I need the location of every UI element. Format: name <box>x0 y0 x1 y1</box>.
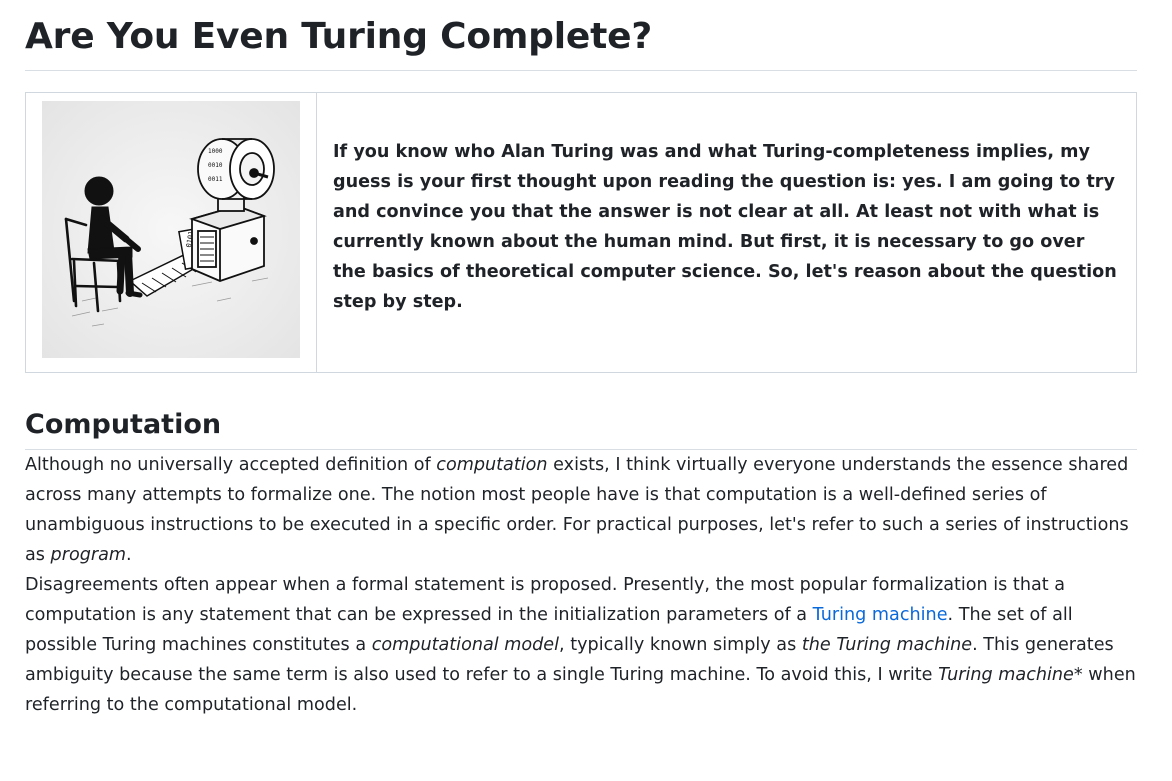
emphasis-program: program <box>50 545 127 565</box>
section-heading-computation: Computation <box>25 403 1137 450</box>
emphasis-turing-machine-star: Turing machine* <box>938 665 1083 685</box>
text-span: Although no universally accepted definit… <box>25 455 437 475</box>
text-span: , typically known simply as <box>559 635 802 655</box>
drum-mark: 0010 <box>208 162 223 169</box>
emphasis-the-turing-machine: the Turing machine <box>801 635 973 655</box>
intro-image-cell: 0101 0010 <box>26 93 317 372</box>
text-span: . <box>126 545 132 565</box>
paragraph-computation-definition: Although no universally accepted definit… <box>25 450 1137 570</box>
emphasis-computation: computation <box>436 455 548 475</box>
drum-mark: 0011 <box>208 176 223 183</box>
turing-machine-illustration: 0101 0010 <box>42 101 300 358</box>
drum-mark: 1000 <box>208 148 223 155</box>
intro-text-cell: If you know who Alan Turing was and what… <box>317 93 1136 372</box>
turing-machine-link[interactable]: Turing machine <box>813 605 948 625</box>
page-title: Are You Even Turing Complete? <box>25 0 1137 71</box>
paragraph-formalization: Disagreements often appear when a formal… <box>25 570 1137 720</box>
emphasis-computational-model: computational model <box>371 635 560 655</box>
article: Are You Even Turing Complete? 0101 1000 … <box>0 0 1172 720</box>
intro-table: 0101 0010 <box>25 92 1137 373</box>
intro-paragraph: If you know who Alan Turing was and what… <box>333 141 1117 312</box>
